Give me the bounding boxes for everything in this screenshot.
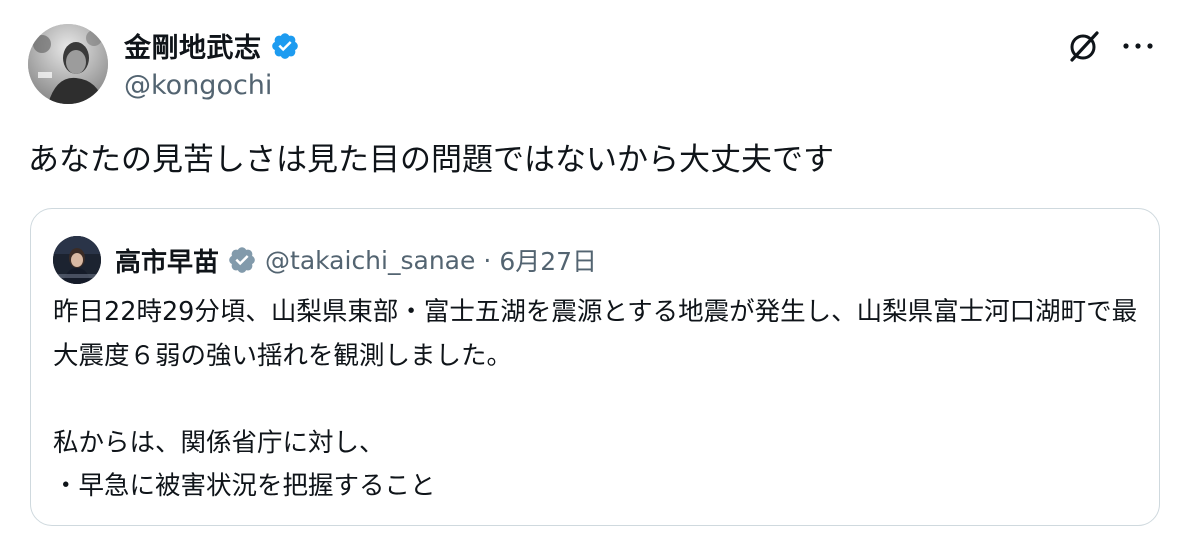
more-options-button[interactable] [1118, 26, 1158, 66]
more-options-icon [1123, 43, 1153, 49]
tweet: 金剛地武志 @kongochi あなたの見苦しさは見た目の問題ではないから大丈夫… [0, 0, 1190, 552]
quoted-display-name[interactable]: 高市早苗 [115, 242, 219, 279]
quoted-tweet-card[interactable]: 高市早苗 @takaichi_sanae · 6月27日 昨日22時29分頃、山… [30, 208, 1160, 526]
quoted-timestamp[interactable]: 6月27日 [499, 242, 597, 278]
tweet-text: あなたの見苦しさは見た目の問題ではないから大丈夫です [28, 142, 834, 178]
user-handle[interactable]: @kongochi [124, 70, 272, 101]
display-name[interactable]: 金剛地武志 [124, 26, 262, 65]
verified-badge-icon[interactable] [270, 31, 300, 61]
quoted-user-handle[interactable]: @takaichi_sanae [265, 246, 475, 275]
separator-dot: · [483, 245, 492, 275]
quoted-avatar[interactable] [53, 236, 101, 284]
avatar[interactable] [28, 24, 108, 104]
quoted-tweet-text: 昨日22時29分頃、山梨県東部・富士五湖を震源とする地震が発生し、山梨県富士河口… [53, 297, 1138, 501]
avatar-image [28, 24, 108, 104]
quoted-tweet-header: 高市早苗 @takaichi_sanae · 6月27日 [53, 236, 597, 284]
grok-button[interactable] [1064, 26, 1104, 66]
grok-icon [1070, 31, 1099, 62]
display-name-row[interactable]: 金剛地武志 [124, 26, 300, 65]
verified-badge-icon [227, 245, 257, 275]
